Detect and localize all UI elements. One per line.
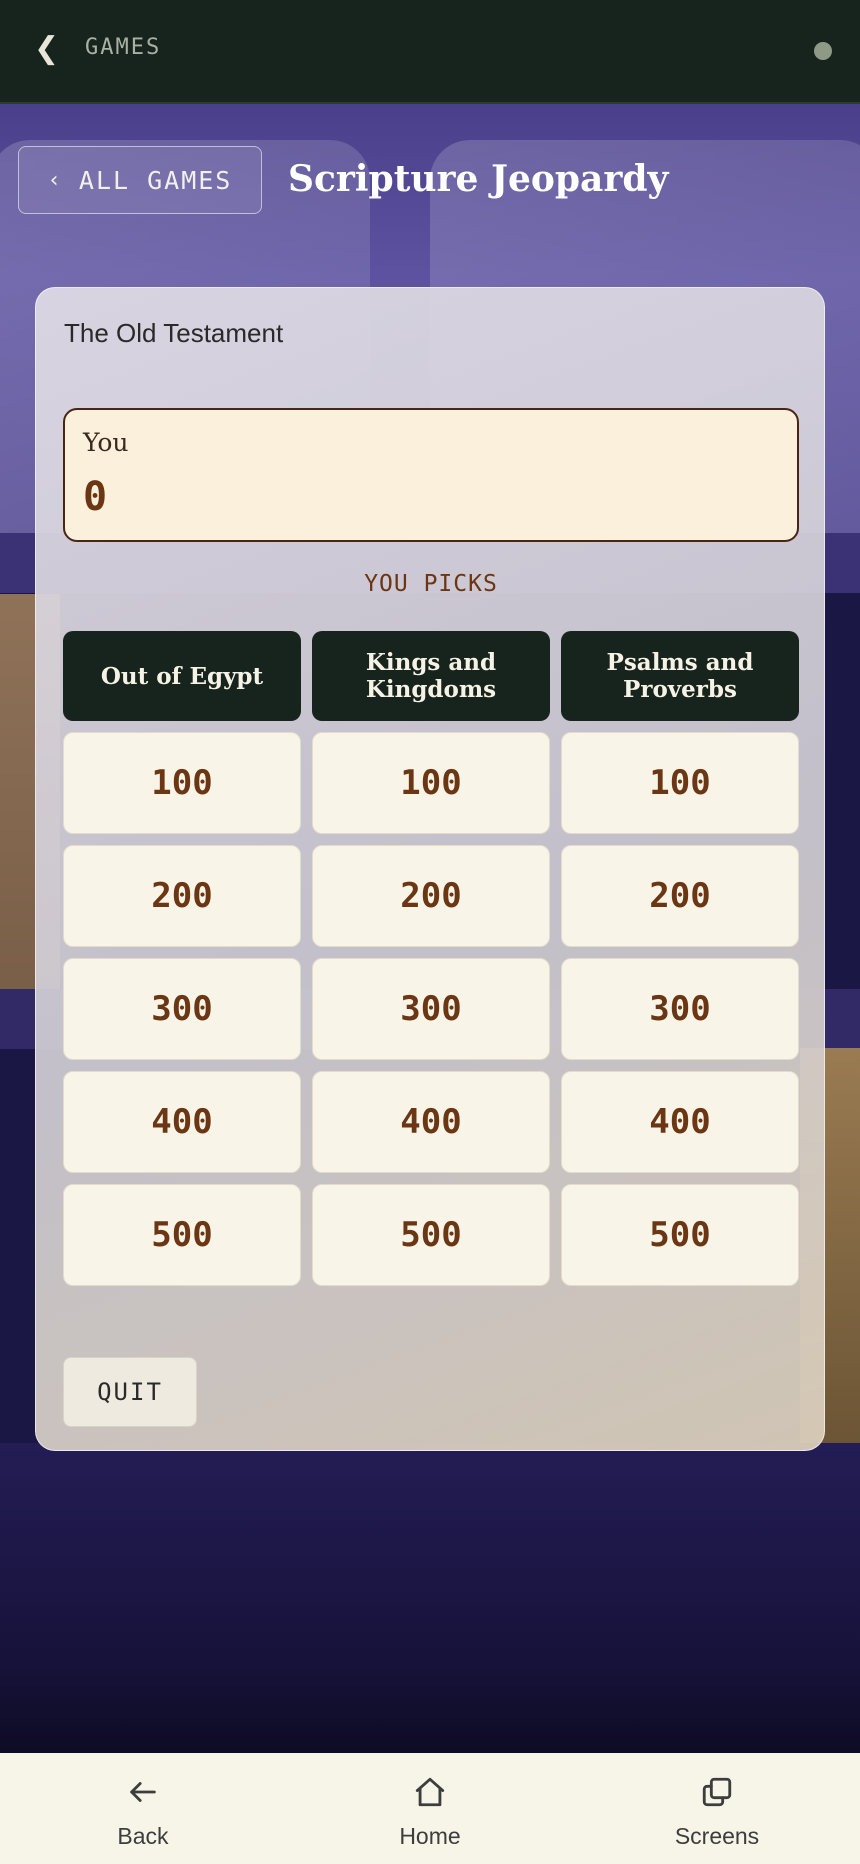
nav-screens-button[interactable]: Screens [617,1753,817,1864]
clue-cell[interactable]: 400 [561,1071,799,1173]
clue-cell[interactable]: 100 [312,732,550,834]
app-bar: ❮ GAMES [0,0,860,104]
nav-back-button[interactable]: Back [43,1753,243,1864]
back-chevron-icon[interactable]: ❮ [34,34,59,64]
category-header: Out of Egypt [63,631,301,721]
game-subtitle: The Old Testament [64,318,284,348]
clue-cell[interactable]: 300 [561,958,799,1060]
game-card: The Old Testament You 0 YOU PICKS Out of… [35,287,825,1451]
status-dot-icon [814,42,832,60]
clue-cell[interactable]: 300 [312,958,550,1060]
clue-cell[interactable]: 300 [63,958,301,1060]
player-score: 0 [83,474,108,520]
all-games-label: ALL GAMES [78,165,233,195]
clue-cell[interactable]: 100 [63,732,301,834]
chevron-left-icon: ‹ [47,167,63,193]
jeopardy-board: Out of Egypt Kings and Kingdoms Psalms a… [63,631,799,1286]
clue-cell[interactable]: 500 [312,1184,550,1286]
clue-cell[interactable]: 100 [561,732,799,834]
clue-cell[interactable]: 400 [63,1071,301,1173]
all-games-button[interactable]: ‹ ALL GAMES [18,146,262,214]
player-score-card: You 0 [63,408,799,542]
clue-cell[interactable]: 500 [561,1184,799,1286]
clue-cell[interactable]: 200 [561,845,799,947]
home-icon [415,1777,445,1807]
clue-cell[interactable]: 200 [312,845,550,947]
quit-button[interactable]: QUIT [63,1357,197,1427]
screens-icon [702,1777,732,1807]
page-title: Scripture Jeopardy [288,158,669,200]
turn-indicator: YOU PICKS [364,571,498,597]
clue-cell[interactable]: 400 [312,1071,550,1173]
category-header: Psalms and Proverbs [561,631,799,721]
nav-back-label: Back [117,1823,169,1849]
app-bar-title: GAMES [85,35,162,60]
clue-cell[interactable]: 200 [63,845,301,947]
nav-home-label: Home [399,1823,461,1849]
nav-screens-label: Screens [674,1823,760,1849]
background-bottom [0,1443,860,1753]
nav-home-button[interactable]: Home [330,1753,530,1864]
bottom-nav: Back Home Screens [0,1753,860,1864]
clue-cell[interactable]: 500 [63,1184,301,1286]
category-header: Kings and Kingdoms [312,631,550,721]
player-name: You [83,428,129,457]
arrow-left-icon [130,1782,156,1802]
